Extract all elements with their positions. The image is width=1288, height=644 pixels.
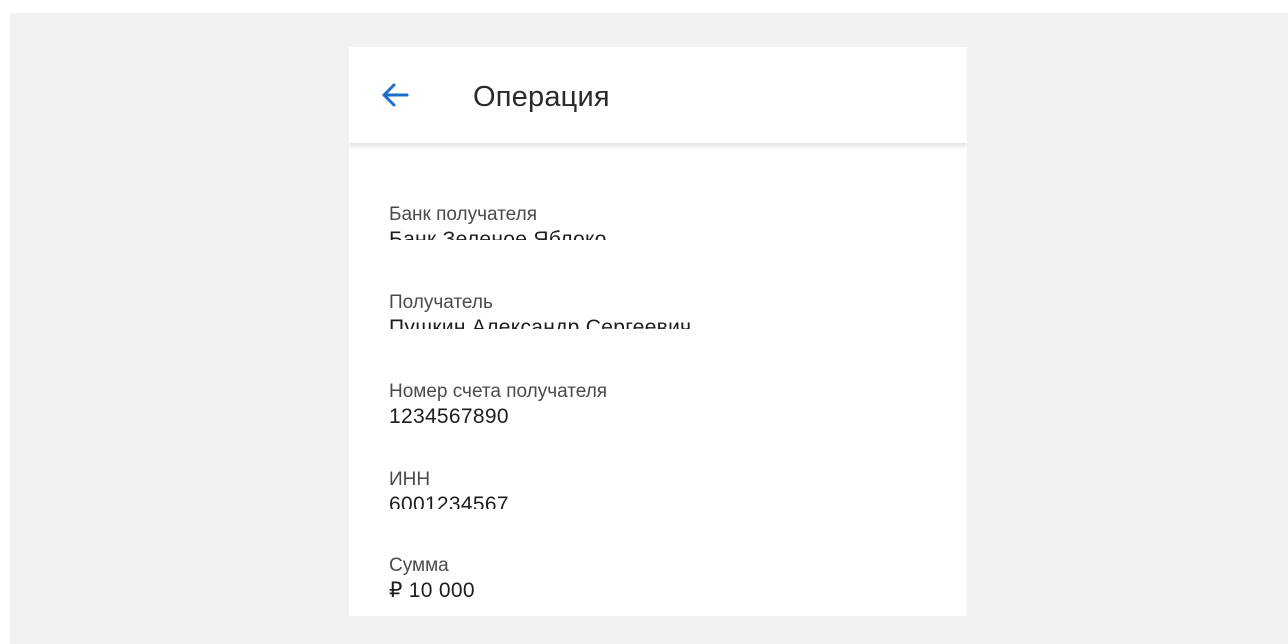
arrow-left-icon	[382, 83, 409, 107]
amount-field: Сумма ₽ 10 000	[389, 554, 909, 604]
amount-label: Сумма	[389, 555, 449, 576]
recipient-bank-value: Банк Зеленое Яблоко	[389, 228, 607, 240]
recipient-value: Пушкин Александр Сергеевич	[389, 316, 692, 329]
inn-value: 6001234567	[389, 493, 509, 509]
recipient-bank-field: Банк получателя Банк Зеленое Яблоко	[389, 203, 909, 240]
inn-field: ИНН 6001234567	[389, 468, 909, 509]
page-title: Операция	[473, 81, 610, 113]
app-bar: Операция	[349, 47, 967, 144]
recipient-field: Получатель Пушкин Александр Сергеевич	[389, 291, 909, 329]
operation-card: Операция Банк получателя Банк Зеленое Яб…	[349, 47, 967, 616]
account-number-field: Номер счета получателя 1234567890	[389, 380, 909, 430]
recipient-bank-label: Банк получателя	[389, 204, 537, 225]
amount-value: ₽ 10 000	[389, 579, 475, 602]
account-number-value: 1234567890	[389, 405, 509, 428]
inn-label: ИНН	[389, 469, 431, 490]
back-button[interactable]	[377, 77, 413, 113]
account-number-label: Номер счета получателя	[389, 381, 608, 402]
recipient-label: Получатель	[389, 292, 493, 313]
